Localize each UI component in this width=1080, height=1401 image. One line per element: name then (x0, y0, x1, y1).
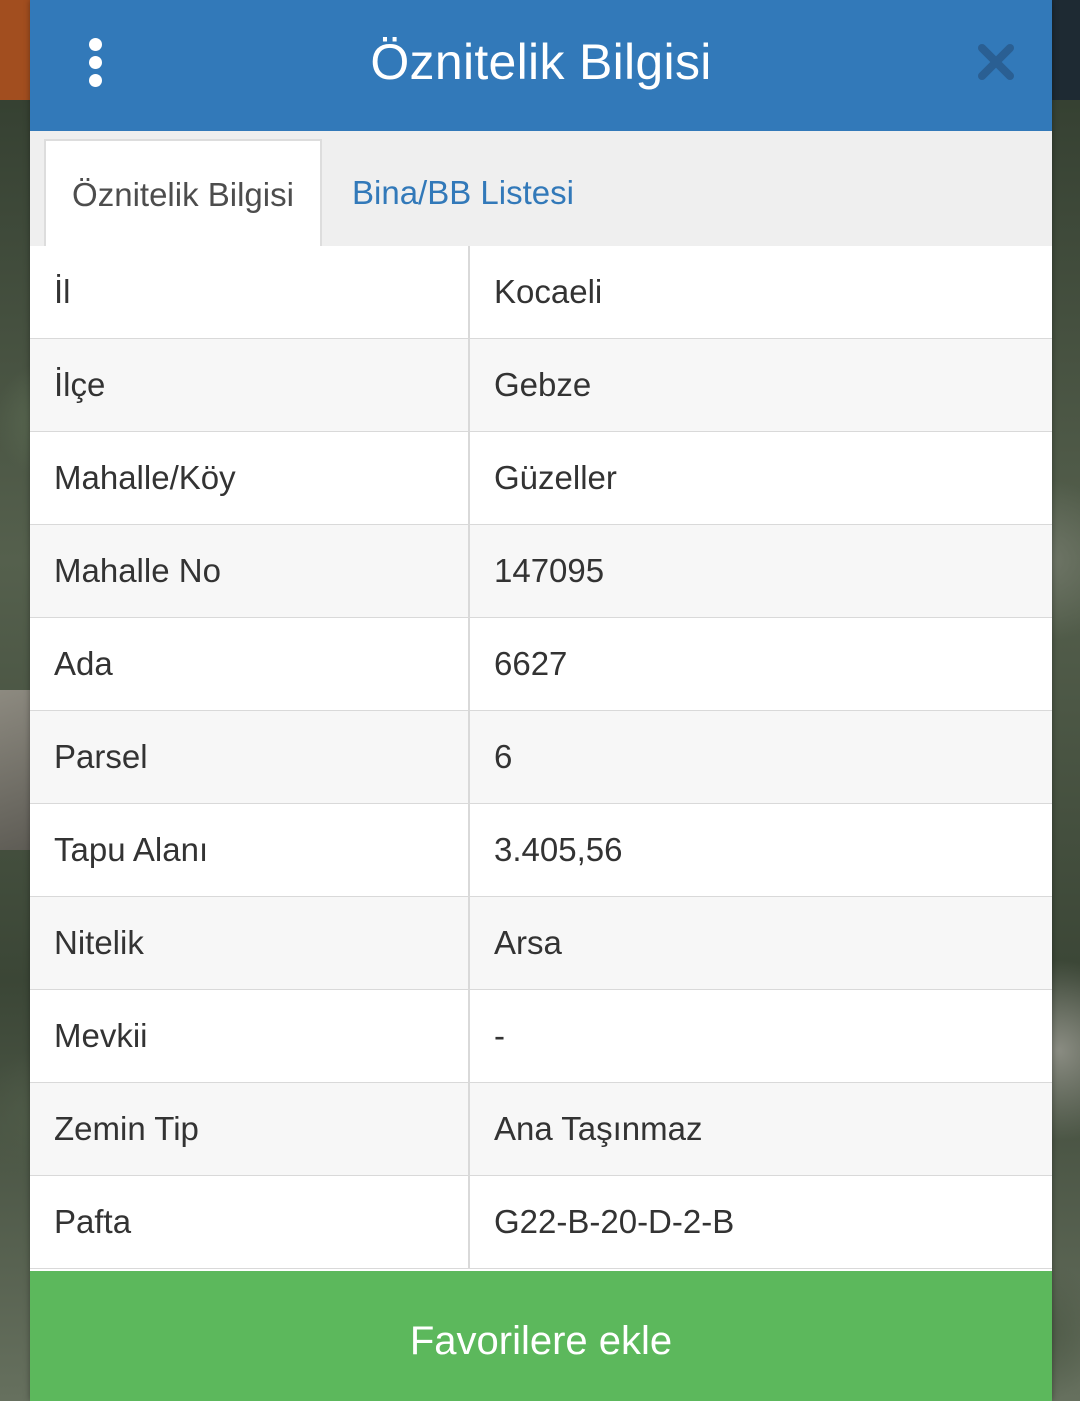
table-row: Mahalle/Köy Güzeller (30, 432, 1052, 525)
dialog-title: Öznitelik Bilgisi (370, 34, 712, 90)
attribute-table: İl Kocaeli İlçe Gebze Mahalle/Köy Güzell… (30, 246, 1052, 1269)
table-row: Mevkii - (30, 990, 1052, 1083)
attribute-value: 6627 (494, 645, 568, 682)
attribute-key: Tapu Alanı (30, 804, 470, 896)
attribute-key: Mahalle/Köy (30, 432, 470, 524)
attribute-key: Nitelik (30, 897, 470, 989)
table-row: Parsel 6 (30, 711, 1052, 804)
table-row: Mahalle No 147095 (30, 525, 1052, 618)
attribute-key: Zemin Tip (30, 1083, 470, 1175)
attribute-key: Mevkii (30, 990, 470, 1082)
attribute-value: 3.405,56 (494, 831, 623, 868)
attribute-value: Ana Taşınmaz (494, 1110, 703, 1147)
tab-bar: Öznitelik Bilgisi Bina/BB Listesi (30, 131, 1052, 248)
tab-attribute-info[interactable]: Öznitelik Bilgisi (44, 139, 322, 248)
attribute-value: G22-B-20-D-2-B (494, 1203, 735, 1240)
map-background-edge (1052, 0, 1080, 100)
attribute-value: 147095 (494, 552, 605, 589)
close-icon[interactable] (974, 40, 1018, 84)
map-background-marker (0, 0, 30, 100)
attribute-key: Parsel (30, 711, 470, 803)
add-to-favorites-button[interactable]: Favorilere ekle (30, 1271, 1052, 1401)
tab-building-list[interactable]: Bina/BB Listesi (352, 139, 574, 246)
table-row: Ada 6627 (30, 618, 1052, 711)
table-row: Pafta G22-B-20-D-2-B (30, 1176, 1052, 1269)
attribute-value: - (494, 1017, 505, 1054)
attribute-key: Mahalle No (30, 525, 470, 617)
dialog-header: Öznitelik Bilgisi (30, 0, 1052, 131)
table-row: Nitelik Arsa (30, 897, 1052, 990)
table-row: Zemin Tip Ana Taşınmaz (30, 1083, 1052, 1176)
attribute-value: Kocaeli (494, 273, 603, 310)
attribute-key: Pafta (30, 1176, 470, 1268)
table-row: İl Kocaeli (30, 246, 1052, 339)
attribute-value: Güzeller (494, 459, 617, 496)
attribute-key: İlçe (30, 339, 470, 431)
attribute-key: İl (30, 246, 470, 338)
attribute-value: Gebze (494, 366, 592, 403)
table-row: İlçe Gebze (30, 339, 1052, 432)
table-row: Tapu Alanı 3.405,56 (30, 804, 1052, 897)
attribute-value: 6 (494, 738, 513, 775)
attribute-value: Arsa (494, 924, 562, 961)
map-background-road (0, 690, 30, 850)
attribute-key: Ada (30, 618, 470, 710)
attribute-info-dialog: Öznitelik Bilgisi Öznitelik Bilgisi Bina… (30, 0, 1052, 1401)
